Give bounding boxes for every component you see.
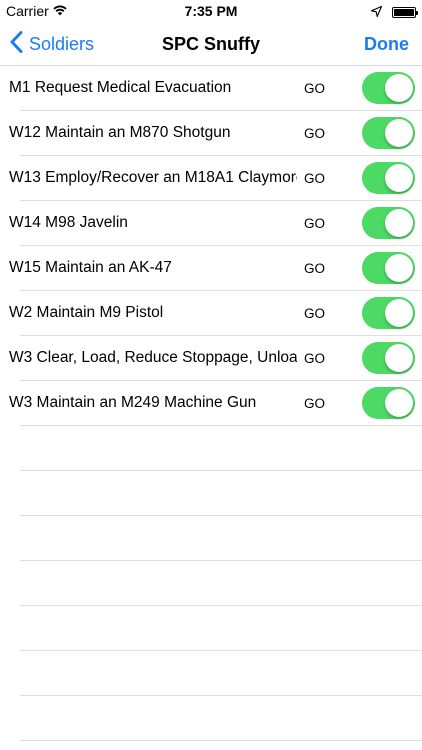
go-toggle[interactable] [362,207,415,239]
task-label: W2 Maintain M9 Pistol [9,304,164,321]
toggle-knob [385,209,413,237]
task-status: GO [304,350,326,366]
empty-row [0,516,422,561]
status-right [370,4,418,20]
task-label: W3 Maintain an M249 Machine Gun [9,394,257,411]
table-row: W12 Maintain an M870 Shotgun GO [0,111,422,156]
task-status: GO [304,305,326,321]
task-status: GO [304,215,326,231]
chevron-left-icon [10,30,23,58]
table-row: W3 Maintain an M249 Machine Gun GO [0,381,422,426]
toggle-knob [385,254,413,282]
task-label: W12 Maintain an M870 Shotgun [9,124,231,141]
go-toggle[interactable] [362,387,415,419]
go-toggle[interactable] [362,342,415,374]
empty-row [0,606,422,651]
go-toggle[interactable] [362,72,415,104]
empty-row [0,561,422,606]
toggle-knob [385,299,413,327]
table-row: W15 Maintain an AK-47 GO [0,246,422,291]
table-row: W2 Maintain M9 Pistol GO [0,291,422,336]
task-status: GO [304,260,326,276]
table-row: W14 M98 Javelin GO [0,201,422,246]
table-row: W3 Clear, Load, Reduce Stoppage, Unload … [0,336,422,381]
go-toggle[interactable] [362,297,415,329]
task-status: GO [304,80,326,96]
empty-row [0,426,422,471]
task-table: M1 Request Medical Evacuation GO W12 Mai… [0,66,422,741]
location-arrow-icon [370,4,383,20]
task-status: GO [304,395,326,411]
empty-row [0,696,422,741]
empty-row [0,471,422,516]
battery-icon [392,6,418,18]
toggle-knob [385,389,413,417]
task-label: W3 Clear, Load, Reduce Stoppage, Unload [9,349,297,366]
go-toggle[interactable] [362,162,415,194]
table-row: M1 Request Medical Evacuation GO [0,66,422,111]
task-label: M1 Request Medical Evacuation [9,79,232,96]
toggle-knob [385,74,413,102]
back-button[interactable]: Soldiers [10,22,94,66]
go-toggle[interactable] [362,252,415,284]
task-label: W13 Employ/Recover an M18A1 Claymore [9,169,297,186]
table-row: W13 Employ/Recover an M18A1 Claymore GO [0,156,422,201]
task-status: GO [304,170,326,186]
status-bar: Carrier 7:35 PM [0,0,422,22]
status-time: 7:35 PM [184,3,238,19]
empty-row [0,651,422,696]
toggle-knob [385,344,413,372]
navigation-bar: Soldiers SPC Snuffy Done [0,22,422,66]
done-button[interactable]: Done [364,22,409,66]
task-label: W15 Maintain an AK-47 [9,259,172,276]
task-label: W14 M98 Javelin [9,214,128,231]
toggle-knob [385,119,413,147]
go-toggle[interactable] [362,117,415,149]
task-status: GO [304,125,326,141]
back-button-label: Soldiers [29,33,95,54]
toggle-knob [385,164,413,192]
